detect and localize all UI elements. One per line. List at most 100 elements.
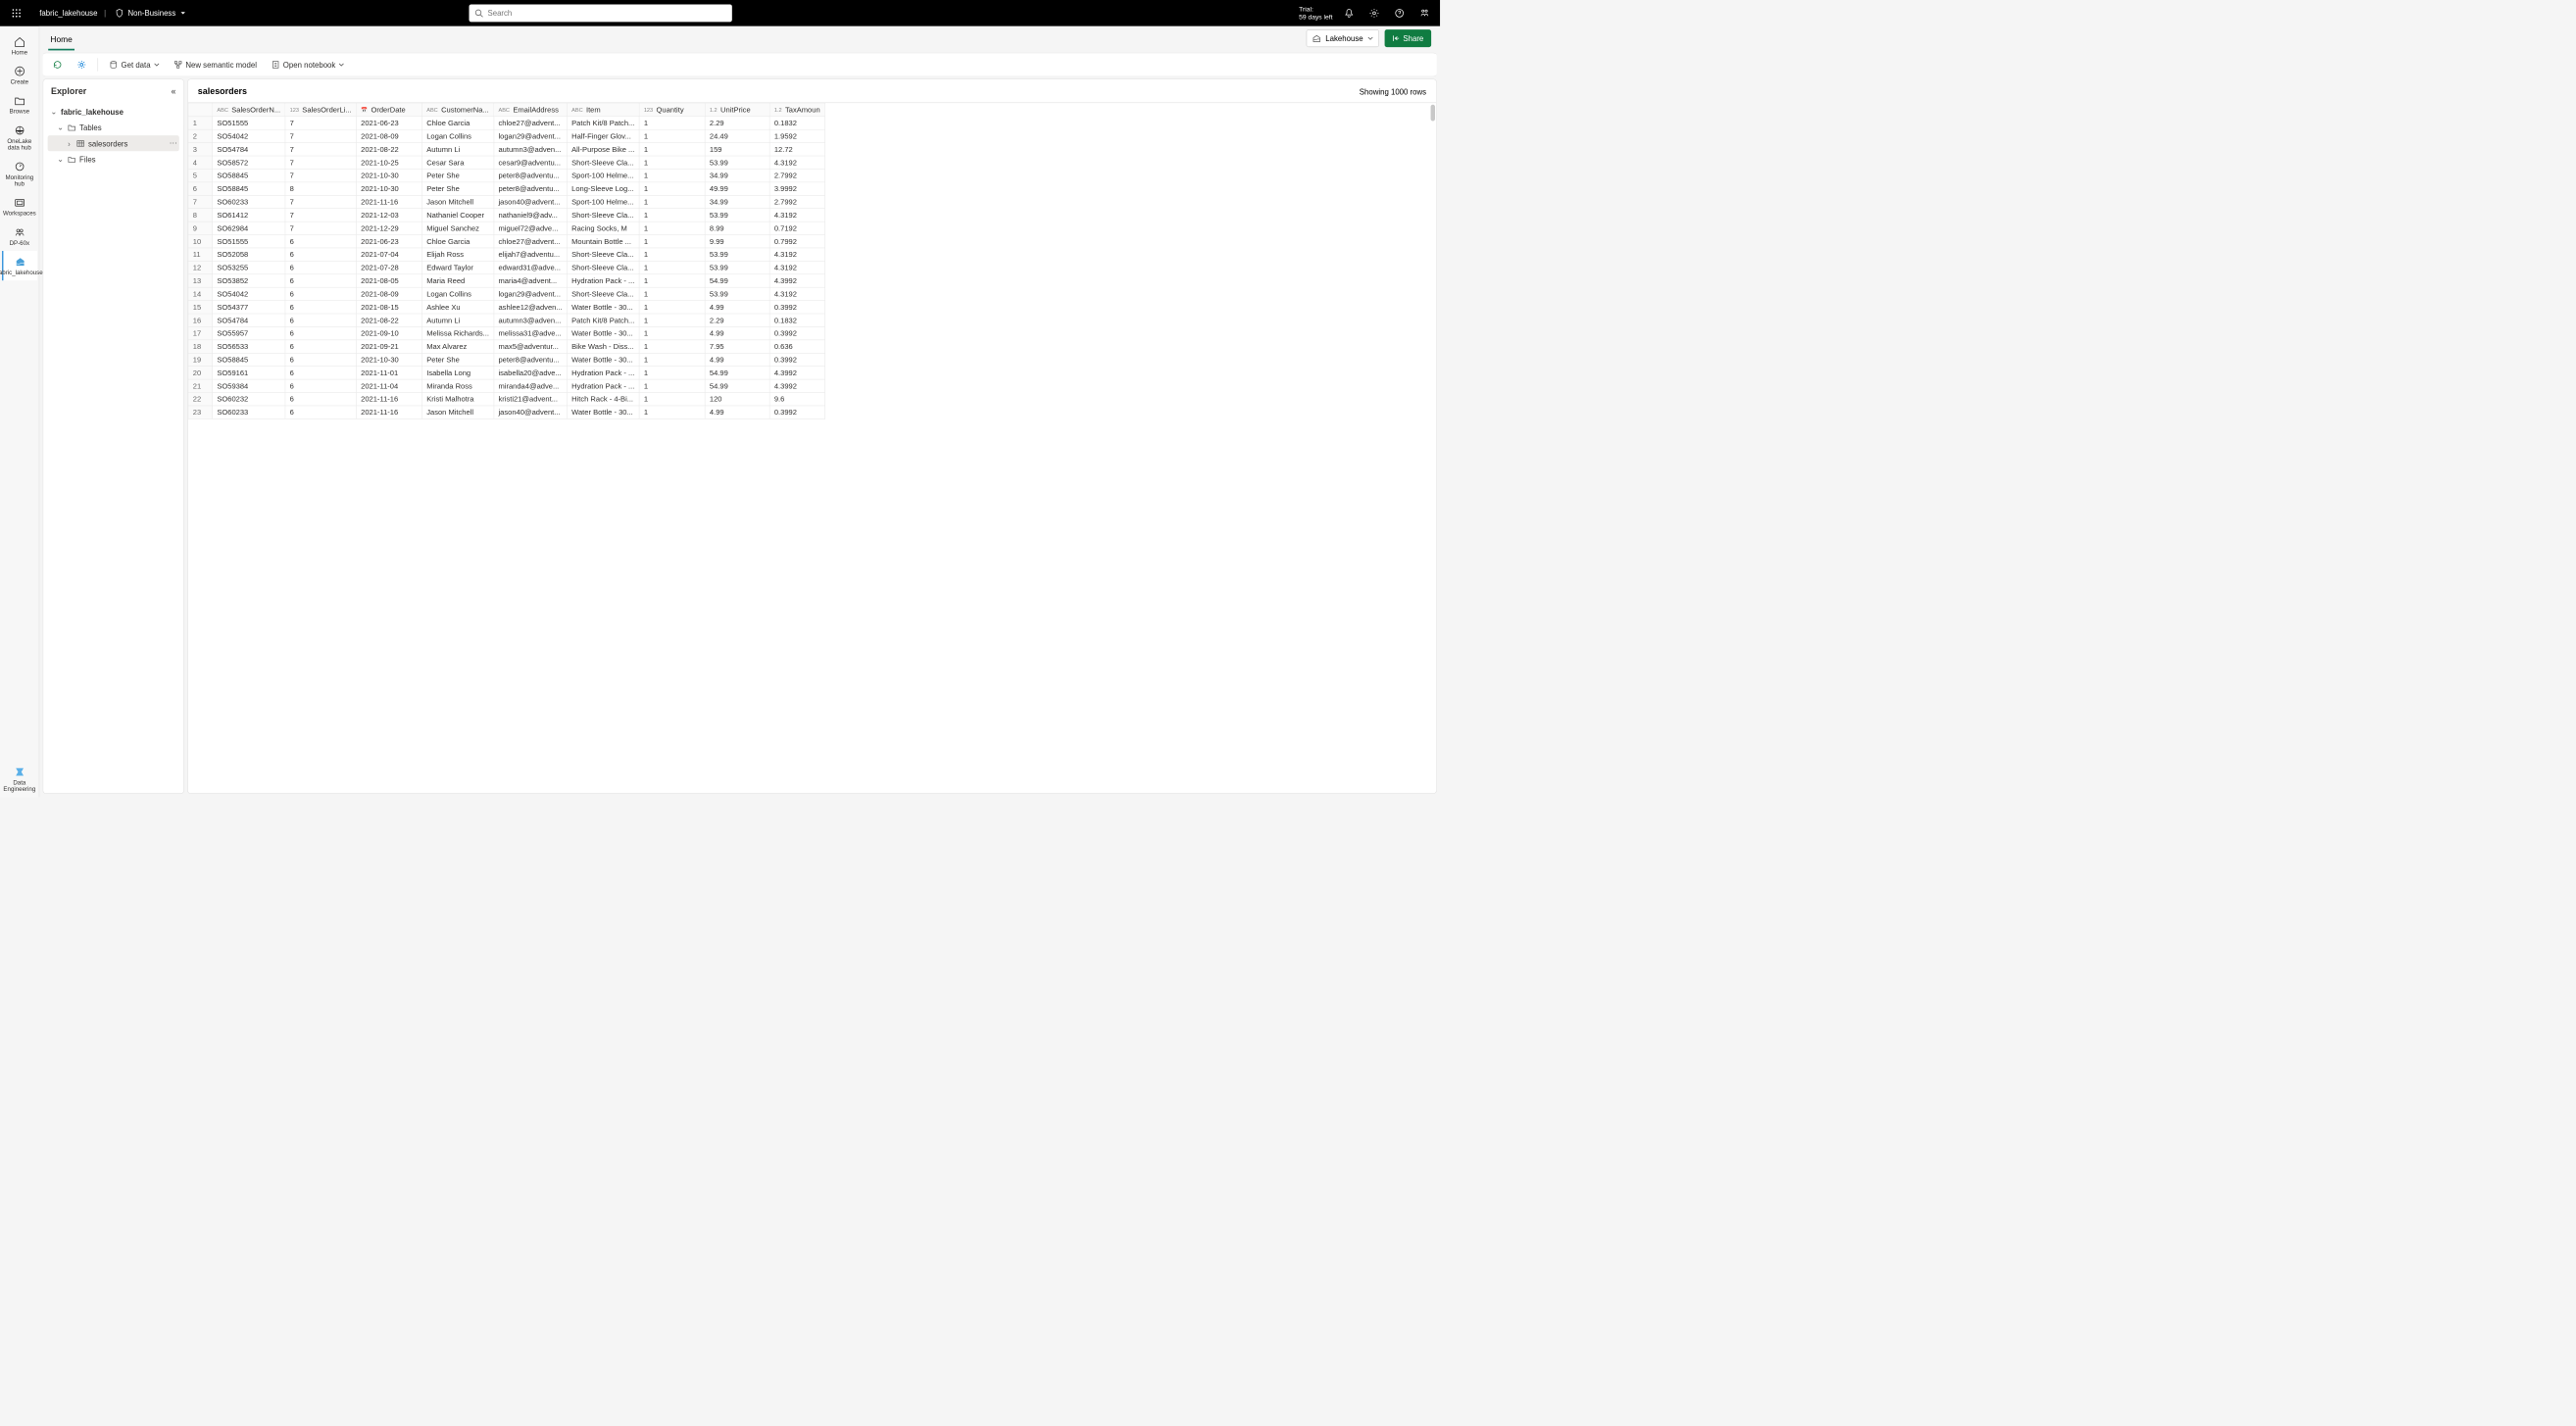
cell[interactable]: Hydration Pack - ... <box>567 367 639 379</box>
cell[interactable]: Miguel Sanchez <box>421 221 493 234</box>
settings-icon[interactable] <box>1365 4 1383 22</box>
cell[interactable]: Water Bottle - 30... <box>567 301 639 314</box>
cell[interactable]: 1 <box>639 143 705 156</box>
table-row[interactable]: 1SO5155572021-06-23Chloe Garciachloe27@a… <box>188 117 824 129</box>
table-row[interactable]: 6SO5884582021-10-30Peter Shepeter8@adven… <box>188 182 824 195</box>
cell[interactable]: SO58845 <box>213 169 285 181</box>
cell[interactable]: elijah7@adventu... <box>494 248 568 261</box>
cell[interactable]: 7 <box>285 117 357 129</box>
table-row[interactable]: 17SO5595762021-09-10Melissa Richards...m… <box>188 326 824 339</box>
cell[interactable]: ashlee12@adven... <box>494 301 568 314</box>
cell[interactable]: Patch Kit/8 Patch... <box>567 314 639 326</box>
table-row[interactable]: 15SO5437762021-08-15Ashlee Xuashlee12@ad… <box>188 301 824 314</box>
cell[interactable]: peter8@adventu... <box>494 353 568 366</box>
cell[interactable]: 2.7992 <box>769 169 824 181</box>
cell[interactable]: 53.99 <box>705 209 769 221</box>
cell[interactable]: 1 <box>639 406 705 418</box>
cell[interactable]: 1 <box>639 129 705 142</box>
cell[interactable]: 6 <box>285 406 357 418</box>
cell[interactable]: 6 <box>285 235 357 248</box>
table-row[interactable]: 18SO5653362021-09-21Max Alvarezmax5@adve… <box>188 340 824 353</box>
table-row[interactable]: 11SO5205862021-07-04Elijah Rosselijah7@a… <box>188 248 824 261</box>
cell[interactable]: 0.7992 <box>769 235 824 248</box>
cell[interactable]: 3.9992 <box>769 182 824 195</box>
cell[interactable]: 7 <box>285 143 357 156</box>
cell[interactable]: 6 <box>285 353 357 366</box>
cell[interactable]: 0.3992 <box>769 301 824 314</box>
cell[interactable]: logan29@advent... <box>494 129 568 142</box>
cell[interactable]: Sport-100 Helme... <box>567 195 639 208</box>
cell[interactable]: Patch Kit/8 Patch... <box>567 117 639 129</box>
cell[interactable]: 2021-08-09 <box>356 129 421 142</box>
cell[interactable]: 6 <box>285 261 357 273</box>
rail-item-dp-60x[interactable]: DP-60x <box>2 221 37 251</box>
cell[interactable]: 1 <box>639 169 705 181</box>
cell[interactable]: autumn3@adven... <box>494 143 568 156</box>
cell[interactable]: Hydration Pack - ... <box>567 274 639 287</box>
cell[interactable]: 1.9592 <box>769 129 824 142</box>
cell[interactable]: 53.99 <box>705 156 769 169</box>
cell[interactable]: 7 <box>285 221 357 234</box>
cell[interactable]: 2.29 <box>705 117 769 129</box>
cell[interactable]: SO55957 <box>213 326 285 339</box>
cell[interactable]: 0.1832 <box>769 314 824 326</box>
cell[interactable]: 2021-08-22 <box>356 143 421 156</box>
sensitivity-dropdown[interactable]: Non-Business <box>115 9 185 18</box>
cell[interactable]: SO53255 <box>213 261 285 273</box>
cell[interactable]: Racing Socks, M <box>567 221 639 234</box>
cell[interactable]: 6 <box>285 314 357 326</box>
column-header[interactable]: 123Quantity <box>639 103 705 116</box>
cell[interactable]: Isabella Long <box>421 367 493 379</box>
cell[interactable]: autumn3@adven... <box>494 314 568 326</box>
column-header[interactable]: ABCEmailAddress <box>494 103 568 116</box>
cell[interactable]: SO53852 <box>213 274 285 287</box>
cell[interactable]: 1 <box>639 287 705 300</box>
cell[interactable]: Chloe Garcia <box>421 235 493 248</box>
tree-table-salesorders[interactable]: › salesorders ⋯ <box>48 135 179 151</box>
table-row[interactable]: 21SO5938462021-11-04Miranda Rossmiranda4… <box>188 379 824 392</box>
cell[interactable]: SO59384 <box>213 379 285 392</box>
cell[interactable]: 24.49 <box>705 129 769 142</box>
cell[interactable]: Kristi Malhotra <box>421 393 493 406</box>
cell[interactable]: Autumn Li <box>421 314 493 326</box>
cell[interactable]: Autumn Li <box>421 143 493 156</box>
cell[interactable]: SO58845 <box>213 353 285 366</box>
tree-files[interactable]: ⌄ Files <box>48 151 179 167</box>
cell[interactable]: 7 <box>285 156 357 169</box>
column-header[interactable]: ABCItem <box>567 103 639 116</box>
cell[interactable]: 0.636 <box>769 340 824 353</box>
cell[interactable]: 6 <box>285 301 357 314</box>
cell[interactable]: 0.7192 <box>769 221 824 234</box>
cell[interactable]: 1 <box>639 367 705 379</box>
cell[interactable]: SO56533 <box>213 340 285 353</box>
settings-gear-button[interactable] <box>74 58 90 73</box>
search-box[interactable] <box>469 4 731 22</box>
cell[interactable]: 0.3992 <box>769 353 824 366</box>
cell[interactable]: 120 <box>705 393 769 406</box>
cell[interactable]: 4.3992 <box>769 274 824 287</box>
cell[interactable]: 1 <box>639 248 705 261</box>
more-options-icon[interactable]: ⋯ <box>170 138 177 148</box>
cell[interactable]: 1 <box>639 182 705 195</box>
table-row[interactable]: 20SO5916162021-11-01Isabella Longisabell… <box>188 367 824 379</box>
cell[interactable]: peter8@adventu... <box>494 182 568 195</box>
grid-scroll[interactable]: ABCSalesOrderN...123SalesOrderLi...📅Orde… <box>188 103 1436 794</box>
cell[interactable]: 2021-07-28 <box>356 261 421 273</box>
cell[interactable]: 1 <box>639 393 705 406</box>
cell[interactable]: 4.99 <box>705 301 769 314</box>
cell[interactable]: isabella20@adve... <box>494 367 568 379</box>
cell[interactable]: SO54377 <box>213 301 285 314</box>
cell[interactable]: 2021-08-05 <box>356 274 421 287</box>
cell[interactable]: 4.99 <box>705 406 769 418</box>
cell[interactable]: Melissa Richards... <box>421 326 493 339</box>
cell[interactable]: 1 <box>639 117 705 129</box>
cell[interactable]: Short-Sleeve Cla... <box>567 209 639 221</box>
cell[interactable]: 1 <box>639 274 705 287</box>
open-notebook-button[interactable]: Open notebook <box>268 58 347 71</box>
cell[interactable]: 4.99 <box>705 326 769 339</box>
cell[interactable]: Long-Sleeve Log... <box>567 182 639 195</box>
cell[interactable]: 2021-11-16 <box>356 406 421 418</box>
cell[interactable]: 2021-12-29 <box>356 221 421 234</box>
mode-dropdown[interactable]: Lakehouse <box>1307 29 1379 47</box>
cell[interactable]: Short-Sleeve Cla... <box>567 287 639 300</box>
